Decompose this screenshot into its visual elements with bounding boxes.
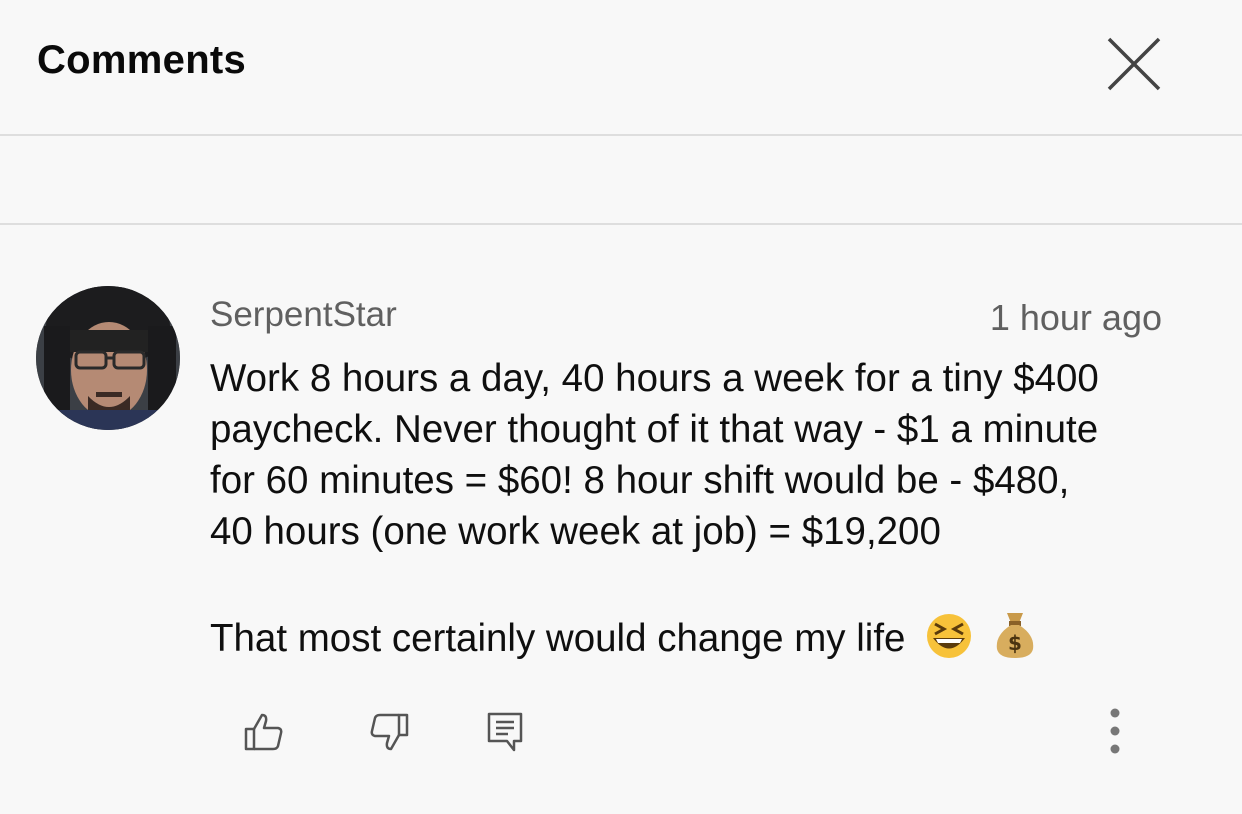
- comment-author[interactable]: SerpentStar: [210, 295, 397, 335]
- money-bag-emoji: $: [993, 609, 1037, 672]
- page-title: Comments: [37, 38, 247, 82]
- close-button[interactable]: [1104, 34, 1164, 94]
- avatar[interactable]: [36, 286, 180, 430]
- comments-header: Comments: [0, 0, 1242, 136]
- comment-text-last: That most certainly would change my life: [210, 617, 906, 660]
- avatar-image: [36, 286, 180, 430]
- grinning-squinting-face-emoji: [924, 613, 974, 672]
- thumbs-up-icon: [244, 713, 283, 751]
- like-button[interactable]: [243, 711, 285, 753]
- dislike-button[interactable]: [368, 711, 410, 753]
- comment-timestamp: 1 hour ago: [989, 297, 1162, 338]
- comment-text-line: That most certainly would change my life…: [210, 609, 1037, 672]
- comment-item: SerpentStar 1 hour ago Work 8 hours a da…: [0, 225, 1242, 814]
- close-icon: [1107, 37, 1161, 91]
- more-options-button[interactable]: [1100, 705, 1130, 757]
- reply-icon: [487, 712, 523, 752]
- svg-text:$: $: [1008, 631, 1022, 655]
- comment-input-area[interactable]: [0, 136, 1242, 225]
- reply-button[interactable]: [486, 711, 524, 753]
- more-vertical-icon: [1110, 708, 1120, 754]
- thumbs-down-icon: [370, 713, 409, 751]
- comment-text: Work 8 hours a day, 40 hours a week for …: [210, 357, 1099, 553]
